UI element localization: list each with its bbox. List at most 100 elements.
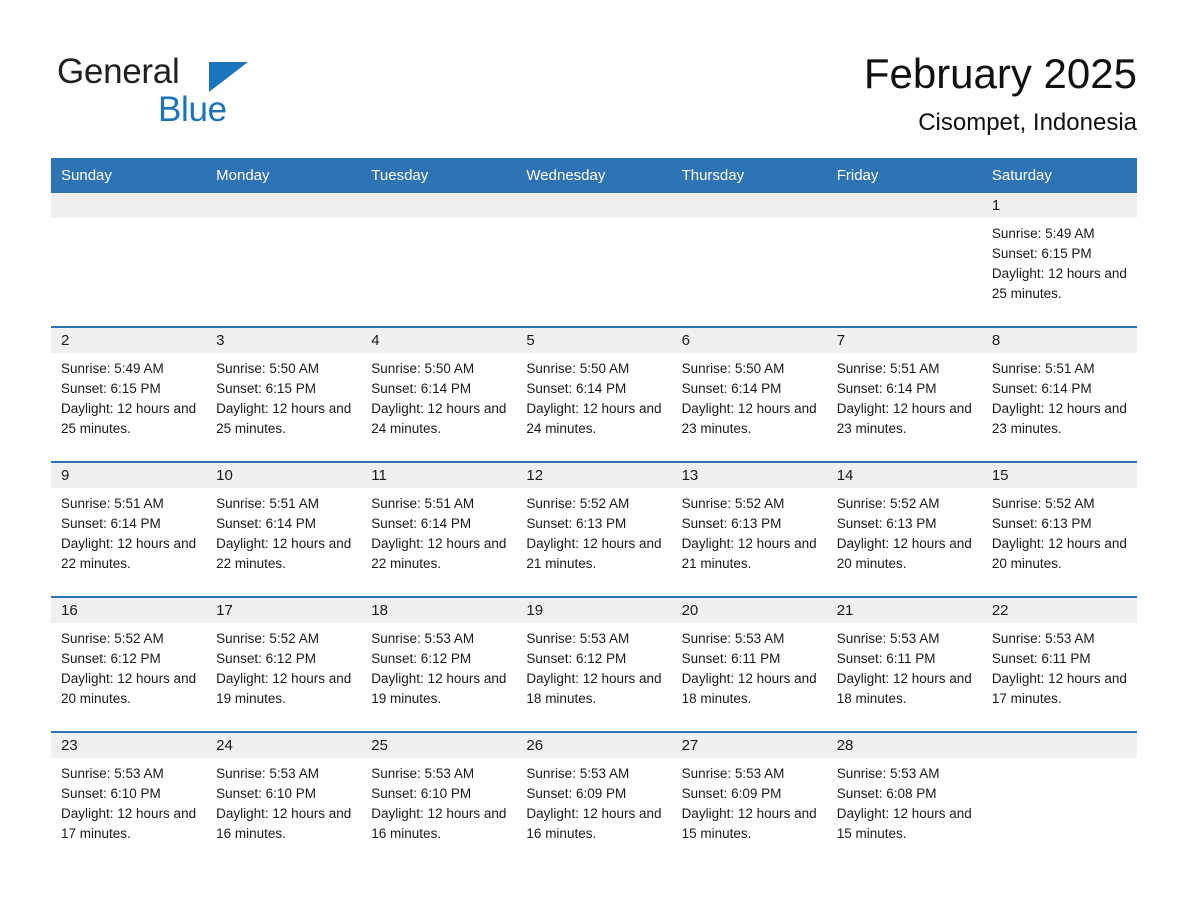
day-cell-inner: 15 Sunrise: 5:52 AM Sunset: 6:13 PM Dayligh… — [981, 463, 1137, 596]
daylight-text: Daylight: 12 hours and 19 minutes. — [216, 671, 352, 706]
daylight-text: Daylight: 12 hours and 25 minutes. — [61, 401, 197, 436]
calendar-day-cell[interactable]: 16 Sunrise: 5:52 AM Sunset: 6:12 PM Dayligh… — [51, 596, 207, 732]
day-cell-inner — [516, 193, 672, 326]
day-number: 3 — [206, 328, 362, 353]
daylight-text: Daylight: 12 hours and 23 minutes. — [681, 401, 817, 436]
sunset-text: Sunset: 6:15 PM — [61, 381, 161, 396]
sunset-text: Sunset: 6:15 PM — [991, 246, 1092, 261]
day-cell-inner: 8 Sunrise: 5:51 AM Sunset: 6:14 PM Daylight… — [981, 328, 1137, 461]
daylight-text: Daylight: 12 hours and 24 minutes. — [526, 401, 662, 436]
calendar-day-cell[interactable]: 15 Sunrise: 5:52 AM Sunset: 6:13 PM Dayligh… — [981, 461, 1137, 597]
calendar-day-cell[interactable]: 4 Sunrise: 5:50 AM Sunset: 6:14 PM Daylight… — [361, 326, 517, 462]
calendar-day-cell-empty — [51, 193, 207, 327]
day-number: 25 — [361, 733, 517, 758]
daylight-text: Daylight: 12 hours and 22 minutes. — [61, 536, 197, 571]
calendar-day-cell[interactable]: 12 Sunrise: 5:52 AM Sunset: 6:13 PM Dayligh… — [516, 461, 672, 597]
day-number: 15 — [981, 463, 1137, 488]
calendar-day-cell[interactable]: 26 Sunrise: 5:53 AM Sunset: 6:09 PM Dayligh… — [516, 731, 672, 866]
day-details: Sunrise: 5:52 AM Sunset: 6:13 PM Daylight:… — [516, 488, 671, 574]
daylight-text: Daylight: 12 hours and 19 minutes. — [371, 671, 507, 706]
day-number: 14 — [826, 463, 982, 488]
weekday-header-friday: Friday — [826, 158, 982, 193]
daylight-text: Daylight: 12 hours and 25 minutes. — [216, 401, 352, 436]
calendar-day-cell[interactable]: 13 Sunrise: 5:52 AM Sunset: 6:13 PM Dayligh… — [671, 461, 827, 597]
sunrise-text: Sunrise: 5:53 AM — [836, 631, 940, 646]
page-title: February 2025 — [863, 50, 1137, 97]
sunrise-text: Sunrise: 5:53 AM — [526, 766, 630, 781]
calendar-day-cell[interactable]: 18 Sunrise: 5:53 AM Sunset: 6:12 PM Dayligh… — [361, 596, 517, 732]
day-details: Sunrise: 5:52 AM Sunset: 6:13 PM Daylight:… — [982, 488, 1137, 574]
daylight-text: Daylight: 12 hours and 15 minutes. — [836, 806, 972, 841]
calendar-week-row: 16 Sunrise: 5:52 AM Sunset: 6:12 PM Dayligh… — [51, 596, 1137, 732]
day-cell-inner: 6 Sunrise: 5:50 AM Sunset: 6:14 PM Daylight… — [671, 328, 827, 461]
calendar-day-cell[interactable]: 2 Sunrise: 5:49 AM Sunset: 6:15 PM Daylight… — [51, 326, 207, 462]
day-details: Sunrise: 5:53 AM Sunset: 6:11 PM Daylight:… — [827, 623, 982, 709]
calendar-day-cell[interactable]: 22 Sunrise: 5:53 AM Sunset: 6:11 PM Dayligh… — [981, 596, 1137, 732]
calendar-day-cell-empty — [516, 193, 672, 327]
day-number: 1 — [981, 193, 1137, 218]
calendar-day-cell[interactable]: 11 Sunrise: 5:51 AM Sunset: 6:14 PM Dayligh… — [361, 461, 517, 597]
calendar-day-cell[interactable]: 25 Sunrise: 5:53 AM Sunset: 6:10 PM Dayligh… — [361, 731, 517, 866]
day-cell-inner: 13 Sunrise: 5:52 AM Sunset: 6:13 PM Dayligh… — [671, 463, 827, 596]
sunrise-text: Sunrise: 5:53 AM — [681, 766, 785, 781]
day-cell-inner: 16 Sunrise: 5:52 AM Sunset: 6:12 PM Dayligh… — [51, 598, 207, 731]
calendar-day-cell[interactable]: 27 Sunrise: 5:53 AM Sunset: 6:09 PM Dayligh… — [671, 731, 827, 866]
day-details: Sunrise: 5:53 AM Sunset: 6:11 PM Daylight:… — [982, 623, 1137, 709]
page-header: General Blue February 2025 Cisompet, Ind… — [0, 0, 1188, 155]
daylight-text: Daylight: 12 hours and 16 minutes. — [526, 806, 662, 841]
weekday-header-monday: Monday — [206, 158, 362, 193]
calendar-week-row: 1 Sunrise: 5:49 AM Sunset: 6:15 PM Daylight… — [51, 193, 1137, 327]
calendar-day-cell[interactable]: 1 Sunrise: 5:49 AM Sunset: 6:15 PM Daylight… — [981, 193, 1137, 327]
day-number — [361, 193, 517, 218]
day-number — [51, 193, 207, 218]
day-number: 4 — [361, 328, 517, 353]
calendar-day-cell[interactable]: 10 Sunrise: 5:51 AM Sunset: 6:14 PM Dayligh… — [206, 461, 362, 597]
calendar-day-cell[interactable]: 5 Sunrise: 5:50 AM Sunset: 6:14 PM Daylight… — [516, 326, 672, 462]
day-cell-inner — [826, 193, 982, 326]
day-details: Sunrise: 5:51 AM Sunset: 6:14 PM Daylight:… — [361, 488, 516, 574]
calendar-week-row: 9 Sunrise: 5:51 AM Sunset: 6:14 PM Daylight… — [51, 461, 1137, 597]
day-details: Sunrise: 5:52 AM Sunset: 6:13 PM Daylight:… — [672, 488, 827, 574]
sunrise-text: Sunrise: 5:51 AM — [371, 496, 475, 511]
day-cell-inner: 22 Sunrise: 5:53 AM Sunset: 6:11 PM Dayligh… — [981, 598, 1137, 731]
sunrise-text: Sunrise: 5:53 AM — [681, 631, 785, 646]
day-details: Sunrise: 5:49 AM Sunset: 6:15 PM Daylight:… — [51, 353, 206, 439]
calendar-day-cell[interactable]: 28 Sunrise: 5:53 AM Sunset: 6:08 PM Dayligh… — [826, 731, 982, 866]
day-cell-inner: 5 Sunrise: 5:50 AM Sunset: 6:14 PM Daylight… — [516, 328, 672, 461]
calendar-day-cell[interactable]: 19 Sunrise: 5:53 AM Sunset: 6:12 PM Dayligh… — [516, 596, 672, 732]
sunrise-text: Sunrise: 5:50 AM — [526, 361, 630, 376]
generalblue-logo[interactable]: General Blue — [57, 52, 357, 132]
sunrise-text: Sunrise: 5:50 AM — [681, 361, 785, 376]
calendar-day-cell-empty — [981, 731, 1137, 866]
day-details: Sunrise: 5:51 AM Sunset: 6:14 PM Daylight:… — [206, 488, 361, 574]
day-number: 19 — [516, 598, 672, 623]
calendar-day-cell[interactable]: 7 Sunrise: 5:51 AM Sunset: 6:14 PM Daylight… — [826, 326, 982, 462]
day-cell-inner: 4 Sunrise: 5:50 AM Sunset: 6:14 PM Daylight… — [361, 328, 517, 461]
daylight-text: Daylight: 12 hours and 22 minutes. — [371, 536, 507, 571]
calendar-day-cell[interactable]: 3 Sunrise: 5:50 AM Sunset: 6:15 PM Daylight… — [206, 326, 362, 462]
day-number: 26 — [516, 733, 672, 758]
calendar-day-cell[interactable]: 17 Sunrise: 5:52 AM Sunset: 6:12 PM Dayligh… — [206, 596, 362, 732]
daylight-text: Daylight: 12 hours and 20 minutes. — [61, 671, 197, 706]
calendar-week-row: 23 Sunrise: 5:53 AM Sunset: 6:10 PM Dayligh… — [51, 731, 1137, 866]
calendar-day-cell[interactable]: 14 Sunrise: 5:52 AM Sunset: 6:13 PM Dayligh… — [826, 461, 982, 597]
calendar-day-cell[interactable]: 23 Sunrise: 5:53 AM Sunset: 6:10 PM Dayligh… — [51, 731, 207, 866]
daylight-text: Daylight: 12 hours and 18 minutes. — [681, 671, 817, 706]
calendar-day-cell[interactable]: 20 Sunrise: 5:53 AM Sunset: 6:11 PM Dayligh… — [671, 596, 827, 732]
logo-text-blue: Blue — [158, 90, 227, 129]
day-cell-inner: 26 Sunrise: 5:53 AM Sunset: 6:09 PM Dayligh… — [516, 733, 672, 866]
calendar-day-cell[interactable]: 6 Sunrise: 5:50 AM Sunset: 6:14 PM Daylight… — [671, 326, 827, 462]
calendar-day-cell[interactable]: 24 Sunrise: 5:53 AM Sunset: 6:10 PM Dayligh… — [206, 731, 362, 866]
calendar-day-cell[interactable]: 21 Sunrise: 5:53 AM Sunset: 6:11 PM Dayligh… — [826, 596, 982, 732]
sunrise-text: Sunrise: 5:52 AM — [216, 631, 319, 646]
calendar-day-cell[interactable]: 9 Sunrise: 5:51 AM Sunset: 6:14 PM Daylight… — [51, 461, 207, 597]
sunset-text: Sunset: 6:14 PM — [371, 381, 472, 396]
day-number — [206, 193, 362, 218]
day-details: Sunrise: 5:49 AM Sunset: 6:15 PM Daylight:… — [982, 218, 1137, 304]
calendar-day-cell[interactable]: 8 Sunrise: 5:51 AM Sunset: 6:14 PM Daylight… — [981, 326, 1137, 462]
sunrise-text: Sunrise: 5:51 AM — [991, 361, 1095, 376]
location-subtitle: Cisompet, Indonesia — [918, 109, 1137, 136]
day-number: 7 — [826, 328, 982, 353]
daylight-text: Daylight: 12 hours and 16 minutes. — [371, 806, 507, 841]
day-cell-inner: 9 Sunrise: 5:51 AM Sunset: 6:14 PM Daylight… — [51, 463, 207, 596]
